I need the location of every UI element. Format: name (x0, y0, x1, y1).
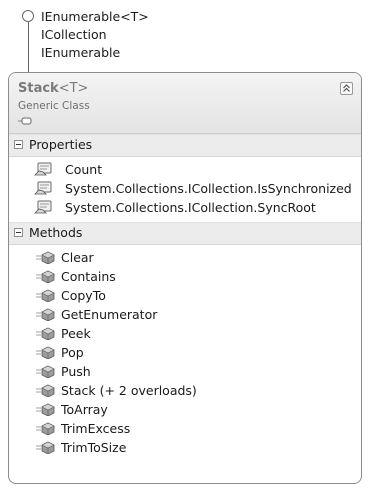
method-item[interactable]: Contains (9, 267, 361, 286)
method-item[interactable]: CopyTo (9, 286, 361, 305)
method-cube-icon (36, 270, 55, 283)
method-label: Peek (61, 326, 91, 341)
methods-section-header[interactable]: Methods (9, 222, 361, 245)
interface-label: IEnumerable<T> (41, 9, 149, 24)
method-cube-icon (36, 441, 55, 454)
method-item[interactable]: ToArray (9, 400, 361, 419)
method-item[interactable]: GetEnumerator (9, 305, 361, 324)
method-item[interactable]: Peek (9, 324, 361, 343)
class-shortcut-icon (18, 117, 32, 125)
method-item[interactable]: TrimExcess (9, 419, 361, 438)
method-item[interactable]: Push (9, 362, 361, 381)
property-hand-icon (34, 162, 52, 176)
property-hand-icon (34, 200, 52, 214)
class-type-param: <T> (58, 81, 89, 96)
class-name: Stack<T> (18, 81, 88, 96)
minus-box-icon[interactable] (14, 140, 23, 149)
method-cube-icon (36, 346, 55, 359)
interface-label: ICollection (41, 27, 107, 42)
class-kind: Generic Class (18, 100, 90, 112)
method-label: Pop (61, 345, 84, 360)
class-header[interactable]: Stack<T> Generic Class (9, 73, 361, 134)
properties-section-header[interactable]: Properties (9, 134, 361, 157)
method-cube-icon (36, 403, 55, 416)
method-label: TrimExcess (61, 421, 131, 436)
method-cube-icon (36, 422, 55, 435)
method-item[interactable]: TrimToSize (9, 438, 361, 457)
property-label: System.Collections.ICollection.IsSynchro… (65, 181, 352, 196)
method-cube-icon (36, 365, 55, 378)
method-label: Stack (+ 2 overloads) (61, 383, 197, 398)
method-cube-icon (36, 308, 55, 321)
lollipop-connector (27, 22, 29, 72)
method-label: TrimToSize (61, 440, 127, 455)
methods-list: Clear Contains CopyTo GetEnumerator Peek Pop P… (9, 245, 361, 462)
property-item[interactable]: Count (9, 160, 361, 179)
property-hand-icon (34, 181, 52, 195)
class-shape[interactable]: Stack<T> Generic Class Properties Count … (8, 72, 362, 484)
method-item[interactable]: Pop (9, 343, 361, 362)
method-cube-icon (36, 251, 55, 264)
minus-box-icon[interactable] (14, 228, 23, 237)
property-item[interactable]: System.Collections.ICollection.IsSynchro… (9, 179, 361, 198)
method-label: Contains (61, 269, 116, 284)
method-cube-icon (36, 289, 55, 302)
interface-label: IEnumerable (41, 45, 121, 60)
property-item[interactable]: System.Collections.ICollection.SyncRoot (9, 198, 361, 217)
class-name-text: Stack (18, 81, 59, 96)
method-label: Push (61, 364, 91, 379)
section-label: Properties (29, 137, 93, 152)
method-item[interactable]: Stack (+ 2 overloads) (9, 381, 361, 400)
section-label: Methods (29, 225, 83, 240)
class-diagram: IEnumerable<T> ICollection IEnumerable S… (0, 0, 385, 495)
double-chevron-up-icon[interactable] (340, 82, 353, 95)
method-item[interactable]: Clear (9, 248, 361, 267)
method-label: GetEnumerator (61, 307, 158, 322)
property-label: Count (65, 162, 103, 177)
property-label: System.Collections.ICollection.SyncRoot (65, 200, 316, 215)
properties-list: Count System.Collections.ICollection.IsS… (9, 157, 361, 222)
method-cube-icon (36, 384, 55, 397)
method-label: Clear (61, 250, 94, 265)
lollipop-interface-icon (22, 10, 34, 22)
method-label: ToArray (61, 402, 108, 417)
method-label: CopyTo (61, 288, 106, 303)
method-cube-icon (36, 327, 55, 340)
